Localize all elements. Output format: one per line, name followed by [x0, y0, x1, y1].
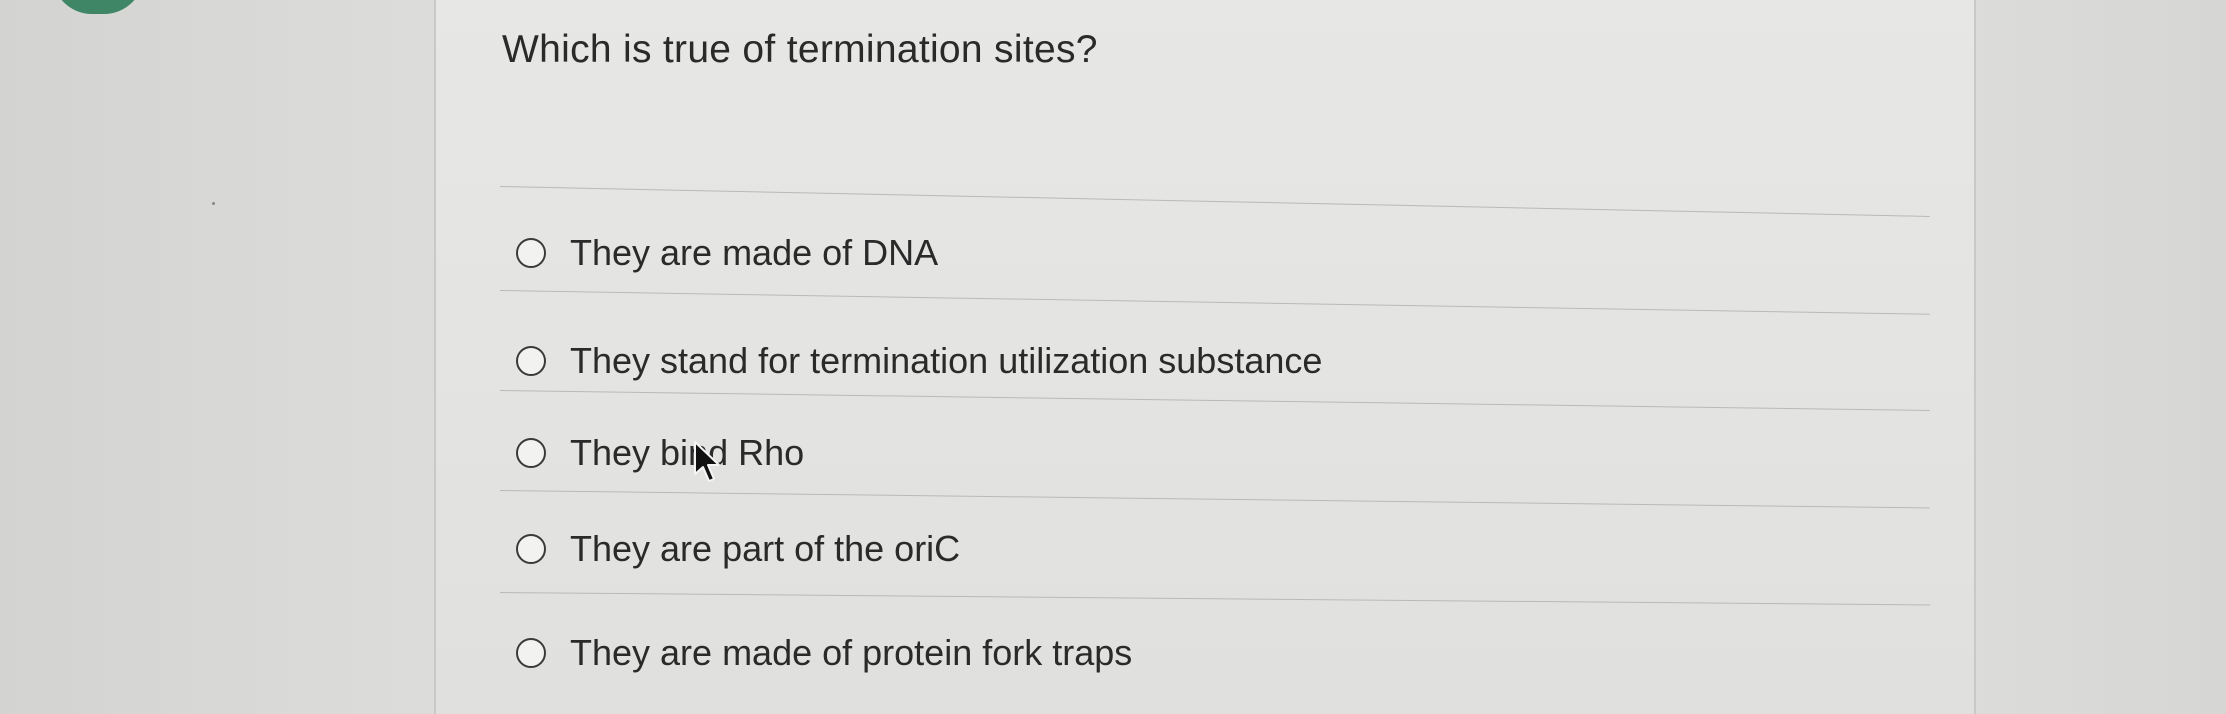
- answer-option-label: They bind Rho: [570, 432, 805, 473]
- answer-option-label: They stand for termination utilization s…: [570, 340, 1323, 381]
- mouse-pointer-icon: [694, 441, 720, 482]
- quiz-panel: Which is true of termination sites? They…: [434, 0, 1976, 714]
- radio-unchecked-icon[interactable]: [516, 534, 546, 564]
- answer-option-4[interactable]: They are part of the oriC: [516, 528, 960, 570]
- radio-unchecked-icon[interactable]: [516, 638, 546, 668]
- radio-unchecked-icon[interactable]: [516, 346, 546, 376]
- divider: [499, 490, 1930, 509]
- divider: [499, 186, 1930, 217]
- screen-photo: Which is true of termination sites? They…: [0, 0, 2226, 714]
- answer-option-2[interactable]: They stand for termination utilization s…: [516, 340, 1322, 382]
- answer-option-1[interactable]: They are made of DNA: [516, 232, 938, 274]
- answer-option-label: They are made of DNA: [570, 232, 939, 273]
- radio-unchecked-icon[interactable]: [516, 238, 546, 268]
- divider: [499, 592, 1930, 606]
- answer-option-5[interactable]: They are made of protein fork traps: [516, 632, 1132, 674]
- answer-option-label: They are made of protein fork traps: [570, 632, 1133, 673]
- divider: [499, 390, 1930, 411]
- answer-option-3[interactable]: They bind Rho: [516, 432, 804, 474]
- answer-option-label: They are part of the oriC: [570, 528, 961, 569]
- question-title: Which is true of termination sites?: [502, 28, 1098, 71]
- radio-unchecked-icon[interactable]: [516, 438, 546, 468]
- screen-speck: [212, 202, 215, 205]
- divider: [499, 290, 1930, 315]
- app-logo-fragment: [52, 0, 144, 14]
